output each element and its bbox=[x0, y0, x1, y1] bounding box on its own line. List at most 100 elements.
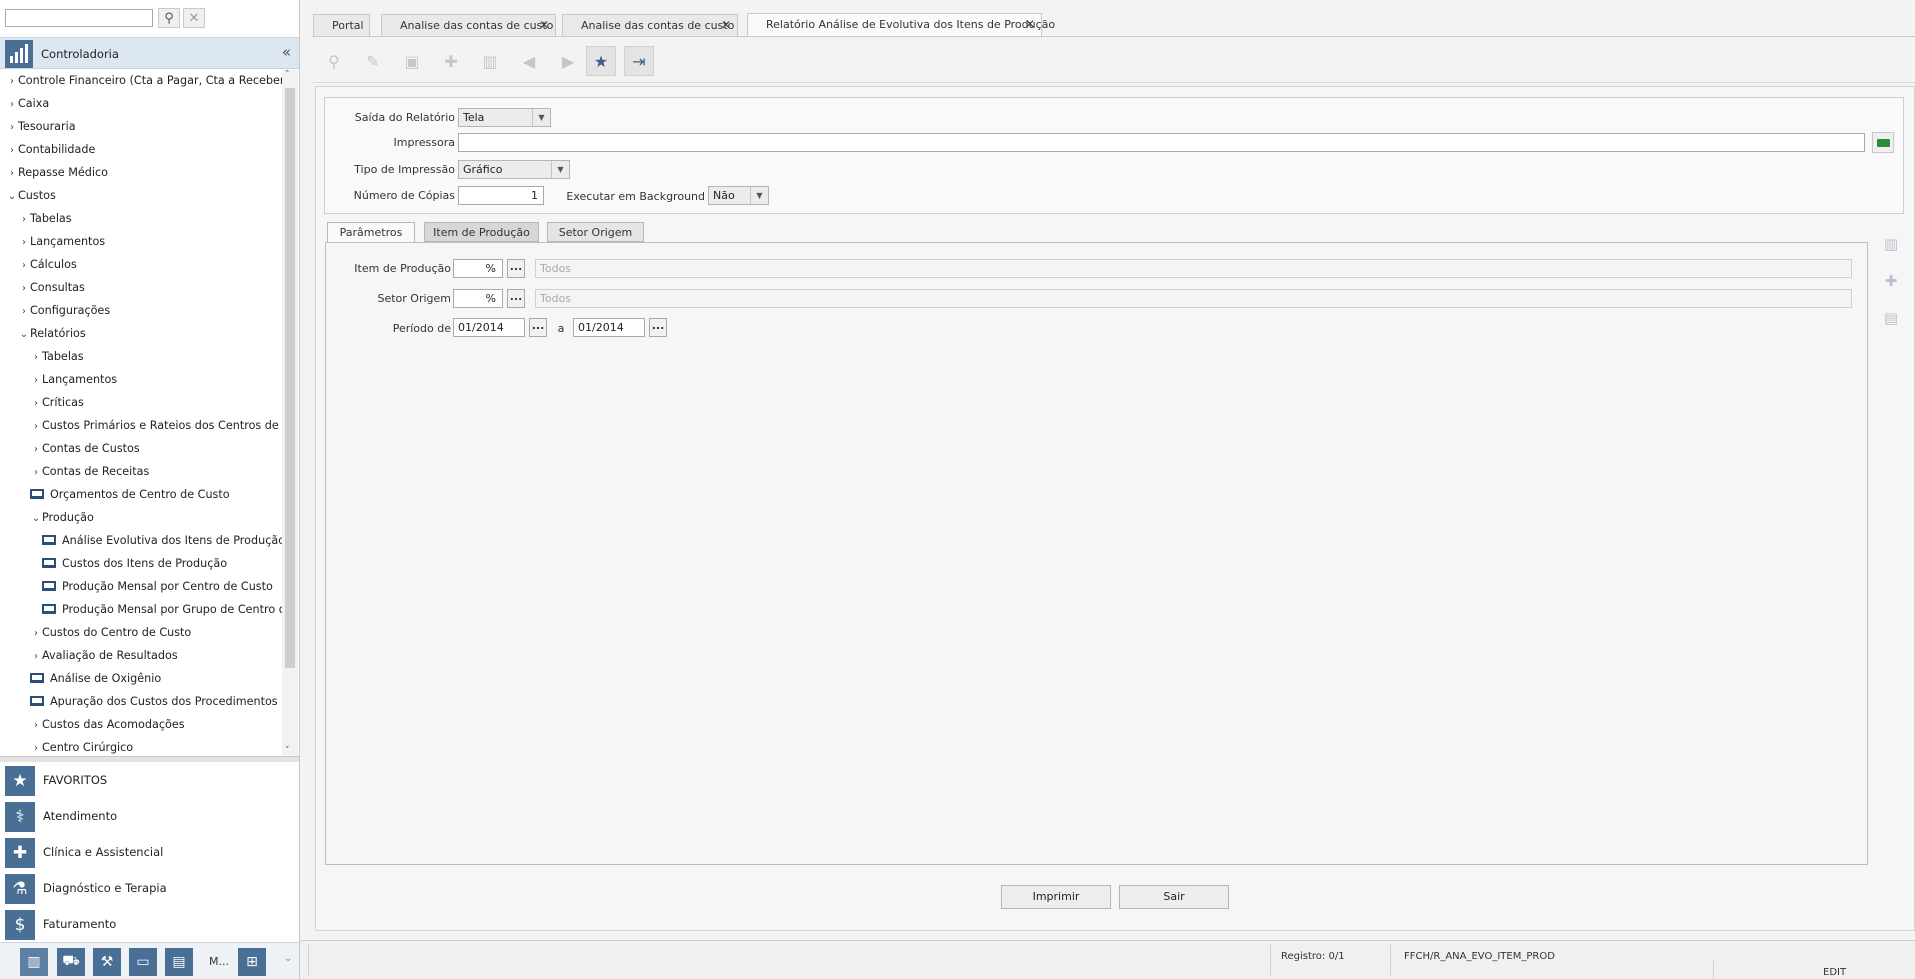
module-item[interactable]: ✚ Clínica e Assistencial bbox=[0, 834, 299, 870]
tree-item[interactable]: › Lançamentos bbox=[18, 231, 105, 253]
setor-origem-input[interactable]: % bbox=[453, 289, 503, 308]
tab-parametros[interactable]: Parâmetros bbox=[327, 222, 415, 243]
tree-item[interactable]: Produção Mensal por Centro de Custo bbox=[42, 576, 273, 598]
chevron-right-icon[interactable]: › bbox=[30, 462, 42, 484]
periodo-to-picker-button[interactable]: ... bbox=[649, 318, 667, 337]
tree-item[interactable]: › Avaliação de Resultados bbox=[30, 645, 178, 667]
tree-item[interactable]: › Lançamentos bbox=[30, 369, 117, 391]
chevron-down-icon[interactable]: ⌄ bbox=[30, 508, 42, 530]
folder-open-icon[interactable] bbox=[1872, 132, 1894, 153]
add-plus-icon[interactable]: ✚ bbox=[1880, 272, 1902, 294]
chevron-right-icon[interactable]: › bbox=[18, 232, 30, 254]
chevron-right-icon[interactable]: › bbox=[6, 140, 18, 162]
chevron-down-icon[interactable]: ▼ bbox=[532, 109, 550, 126]
chevron-right-icon[interactable]: › bbox=[6, 94, 18, 116]
periodo-from-picker-button[interactable]: ... bbox=[529, 318, 547, 337]
item-producao-input[interactable]: % bbox=[453, 259, 503, 278]
tab-setor-origem[interactable]: Setor Origem bbox=[547, 222, 644, 242]
tree-item[interactable]: › Custos Primários e Rateios dos Centros … bbox=[30, 415, 282, 437]
chevron-down-icon[interactable]: ⌄ bbox=[18, 324, 30, 346]
tree-item[interactable]: Análise Evolutiva dos Itens de Produção bbox=[42, 530, 282, 552]
tree-item[interactable]: › Centro Cirúrgico bbox=[30, 737, 133, 756]
modules-config-icon[interactable]: ⊞ bbox=[238, 948, 266, 976]
chevron-right-icon[interactable]: › bbox=[30, 370, 42, 392]
scroll-down-icon[interactable]: ˅ bbox=[285, 746, 290, 756]
chevron-right-icon[interactable]: › bbox=[18, 255, 30, 277]
chevron-down-icon[interactable]: ▼ bbox=[750, 187, 768, 204]
tree-scrollbar[interactable]: ˄ ˅ bbox=[282, 70, 298, 756]
tab-relatorio-analise-evolutiva[interactable]: Relatório Análise de Evolutiva dos Itens… bbox=[747, 13, 1055, 37]
tipo-impressao-select[interactable]: Gráfico ▼ bbox=[458, 160, 570, 179]
controladoria-shortcut-icon[interactable]: ▥ bbox=[20, 948, 48, 976]
tree-item[interactable]: Orçamentos de Centro de Custo bbox=[30, 484, 230, 506]
tab-analise-contas-2[interactable]: Analise das contas de custo ✕ bbox=[562, 14, 738, 36]
chevron-right-icon[interactable]: › bbox=[30, 416, 42, 438]
tree-item[interactable]: Apuração dos Custos dos Procedimentos bbox=[30, 691, 278, 713]
wrench-shortcut-icon[interactable]: ⚒ bbox=[93, 948, 121, 976]
tab-item-producao[interactable]: Item de Produção bbox=[424, 222, 539, 242]
next-button[interactable]: ▶ bbox=[553, 46, 583, 76]
collapse-panel-icon[interactable]: « bbox=[282, 43, 291, 61]
tree-item[interactable]: › Caixa bbox=[6, 93, 49, 115]
module-item[interactable]: $ Faturamento bbox=[0, 906, 299, 942]
folder-shortcut-icon[interactable]: ▤ bbox=[165, 948, 193, 976]
tree-item[interactable]: Custos dos Itens de Produção bbox=[42, 553, 227, 575]
more-modules-label[interactable]: M... bbox=[209, 955, 229, 968]
chevron-right-icon[interactable]: › bbox=[18, 278, 30, 300]
tab-portal[interactable]: Portal bbox=[313, 14, 370, 36]
add-button[interactable]: ✚ bbox=[436, 46, 466, 76]
close-tab-icon[interactable]: ✕ bbox=[721, 15, 731, 36]
copias-input[interactable]: 1 bbox=[458, 186, 544, 205]
save-button[interactable]: ▣ bbox=[397, 46, 427, 76]
module-item[interactable]: ⚕ Atendimento bbox=[0, 798, 299, 834]
tree-item[interactable]: › Contas de Custos bbox=[30, 438, 140, 460]
imprimir-button[interactable]: Imprimir bbox=[1001, 885, 1111, 909]
chevron-right-icon[interactable]: › bbox=[30, 393, 42, 415]
chevron-right-icon[interactable]: › bbox=[30, 347, 42, 369]
favorite-button[interactable]: ★ bbox=[586, 46, 616, 76]
bottom-dropdown-icon[interactable]: ⌄ bbox=[284, 953, 292, 964]
chevron-right-icon[interactable]: › bbox=[30, 623, 42, 645]
module-item[interactable]: ⚗ Diagnóstico e Terapia bbox=[0, 870, 299, 906]
saida-select[interactable]: Tela ▼ bbox=[458, 108, 551, 127]
tree-item[interactable]: › Controle Financeiro (Cta a Pagar, Cta a… bbox=[6, 70, 282, 92]
truck-shortcut-icon[interactable]: ⛟ bbox=[57, 948, 85, 976]
chevron-right-icon[interactable]: › bbox=[18, 301, 30, 323]
chevron-right-icon[interactable]: › bbox=[30, 439, 42, 461]
tree-item[interactable]: › Consultas bbox=[18, 277, 85, 299]
module-item[interactable]: ★ FAVORITOS bbox=[0, 762, 299, 798]
delete-button[interactable]: ▥ bbox=[475, 46, 505, 76]
tree-item[interactable]: › Contas de Receitas bbox=[30, 461, 149, 483]
exit-button[interactable]: ⇥ bbox=[624, 46, 654, 76]
tree-item[interactable]: › Custos das Acomodações bbox=[30, 714, 185, 736]
edit-button[interactable]: ✎ bbox=[358, 46, 388, 76]
periodo-to-input[interactable]: 01/2014 bbox=[573, 318, 645, 337]
chevron-right-icon[interactable]: › bbox=[30, 646, 42, 668]
tree-item[interactable]: ⌄ Relatórios bbox=[18, 323, 86, 345]
chevron-down-icon[interactable]: ⌄ bbox=[6, 186, 18, 208]
impressora-input[interactable] bbox=[458, 133, 1865, 152]
tree-scroll-thumb[interactable] bbox=[285, 88, 295, 668]
setor-origem-lookup-button[interactable]: ... bbox=[507, 289, 525, 308]
tree-item[interactable]: ⌄ Produção bbox=[30, 507, 94, 529]
scroll-up-icon[interactable]: ˄ bbox=[285, 70, 290, 80]
chevron-right-icon[interactable]: › bbox=[18, 209, 30, 231]
background-select[interactable]: Não ▼ bbox=[708, 186, 769, 205]
tree-item[interactable]: › Configurações bbox=[18, 300, 110, 322]
chevron-right-icon[interactable]: › bbox=[30, 715, 42, 737]
clear-search-button[interactable]: ✕ bbox=[183, 8, 205, 28]
item-producao-lookup-button[interactable]: ... bbox=[507, 259, 525, 278]
periodo-from-input[interactable]: 01/2014 bbox=[453, 318, 525, 337]
tree-item[interactable]: › Custos do Centro de Custo bbox=[30, 622, 191, 644]
monitor-shortcut-icon[interactable]: ▭ bbox=[129, 948, 157, 976]
tab-analise-contas-1[interactable]: Analise das contas de custo ✕ bbox=[381, 14, 556, 36]
tree-item[interactable]: › Tesouraria bbox=[6, 116, 76, 138]
menu-search-input[interactable] bbox=[5, 9, 153, 27]
tree-item[interactable]: › Tabelas bbox=[30, 346, 84, 368]
close-tab-icon[interactable]: ✕ bbox=[539, 15, 549, 36]
chevron-right-icon[interactable]: › bbox=[30, 738, 42, 756]
tree-item[interactable]: › Contabilidade bbox=[6, 139, 95, 161]
search-button[interactable]: ⚲ bbox=[158, 8, 180, 28]
chevron-right-icon[interactable]: › bbox=[6, 163, 18, 185]
tree-item[interactable]: Produção Mensal por Grupo de Centro de bbox=[42, 599, 282, 621]
